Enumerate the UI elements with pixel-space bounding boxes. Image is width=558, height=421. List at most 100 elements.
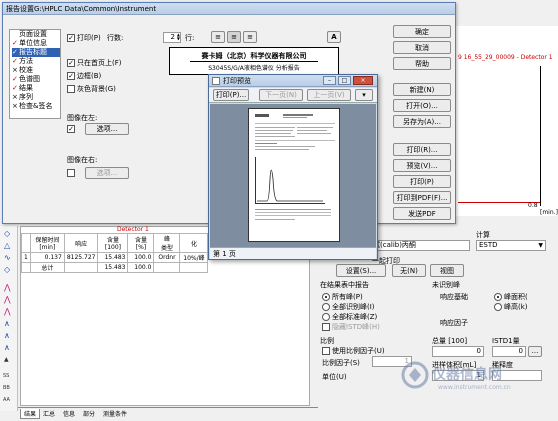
tab-summary[interactable]: 汇总 — [40, 409, 58, 418]
toolbar-icon-11[interactable]: ▲ — [4, 356, 13, 364]
send-pdf-button[interactable]: 发送PDF — [393, 207, 451, 220]
print-checkbox[interactable]: 打印(P) — [67, 33, 101, 43]
tab-part[interactable]: 部分 — [80, 409, 98, 418]
detector-label: Detector 1 — [117, 226, 149, 233]
toolbar-icon-5[interactable]: ⋀ — [4, 284, 13, 292]
calc-select-value: ESTD — [479, 241, 498, 249]
align-center-icon: ≡ — [231, 33, 237, 41]
bottom-tab-bar: 结果 汇总 信息 部分 测量条件 — [18, 407, 318, 419]
maximize-icon[interactable]: □ — [338, 76, 351, 85]
new-button[interactable]: 新建(N) — [393, 83, 451, 96]
toolbar-icon-3[interactable]: ∿ — [4, 254, 13, 262]
tree-item-sequence[interactable]: ×序列 — [12, 93, 60, 102]
preview-canvas — [210, 104, 376, 247]
toolbar-icon-10[interactable]: ∧ — [4, 344, 13, 352]
ratio-section-label: 比例 — [320, 337, 334, 345]
toolbar-icon-4[interactable]: ◇ — [4, 266, 13, 274]
use-ratio-checkbox[interactable]: 使用比例因子(U) — [322, 346, 385, 356]
chart-axis-line — [540, 66, 541, 206]
open-button[interactable]: 打开(O)... — [393, 99, 451, 112]
table-row[interactable]: 1 0.137 8125.727 15.483 100.0 Ordnr 10%/… — [21, 252, 209, 263]
tree-item-page-setup[interactable]: 页面设置 — [12, 30, 60, 39]
col-header-peak-type: 峰 类型 — [153, 233, 181, 253]
istd1-label: ISTD1量 — [492, 337, 520, 345]
tree-item-method[interactable]: ✓方法 — [12, 57, 60, 66]
chart-axis-unit: [min.] — [540, 209, 558, 216]
none-button[interactable]: 无(N) — [392, 264, 426, 277]
minimize-icon[interactable]: – — [323, 76, 336, 85]
image-right-checkbox[interactable] — [67, 169, 77, 177]
toolbar-icon-7[interactable]: ⋀ — [4, 308, 13, 316]
print-button[interactable]: 打印(R)... — [393, 143, 451, 156]
hide-istd-checkbox[interactable]: 隐藏ISTD峰(H) — [322, 322, 380, 332]
rows-stepper[interactable]: 2 ▲ ▼ — [163, 32, 181, 43]
image-left-options-button[interactable]: 选项... — [85, 123, 129, 135]
left-toolbar: ◇ △ ∿ ◇ ⋀ ⋀ ⋀ ∧ ∧ ∧ ▲ SS BB AA — [0, 226, 18, 411]
header-divider — [190, 61, 318, 62]
font-button[interactable]: A — [327, 31, 341, 43]
tree-item-unit-info[interactable]: ✓单位信息 — [12, 39, 60, 48]
toolbar-icon-14[interactable]: AA — [3, 396, 14, 404]
tree-item-chromatogram[interactable]: ✓色谱图 — [12, 75, 60, 84]
save-as-button[interactable]: 另存为(A)... — [393, 115, 451, 128]
toolbar-icon-8[interactable]: ∧ — [4, 320, 13, 328]
print-a-button[interactable]: 打印(P) — [393, 175, 451, 188]
image-right-options-button[interactable]: 选项... — [85, 167, 129, 179]
toolbar-icon-13[interactable]: BB — [3, 384, 14, 392]
unit-label: 单位(U) — [322, 373, 347, 381]
radio-peak-height[interactable]: 峰高(k) — [494, 302, 528, 312]
preview-button[interactable]: 预览(V)... — [393, 159, 451, 172]
toolbar-icon-12[interactable]: SS — [3, 372, 14, 380]
tree-item-results[interactable]: ✓结果 — [12, 84, 60, 93]
dialog-title: 报告设置G:\HPLC Data\Common\Instrument — [6, 5, 157, 13]
align-right-button[interactable]: ≡ — [243, 31, 257, 43]
radio-all-peaks[interactable]: 所有峰(P) — [322, 292, 363, 302]
close-icon[interactable]: × — [353, 76, 373, 85]
preview-page[interactable] — [248, 108, 340, 242]
tab-measure-conditions[interactable]: 测量条件 — [100, 409, 130, 418]
align-right-icon: ≡ — [247, 33, 253, 41]
table-row-total[interactable]: 总计 15.483 100.0 — [21, 262, 209, 273]
dialog-titlebar[interactable]: 报告设置G:\HPLC Data\Common\Instrument — [3, 3, 455, 15]
view-button[interactable]: 视图 — [430, 264, 464, 277]
align-left-button[interactable]: ≡ — [211, 31, 225, 43]
preview-next-button[interactable]: 下一页(N) — [259, 89, 303, 101]
tab-info[interactable]: 信息 — [60, 409, 78, 418]
calib-field[interactable]: 试(calib)丙酮 — [370, 240, 470, 251]
toolbar-icon-1[interactable]: ◇ — [4, 230, 13, 238]
col-header-compound: 化 — [179, 233, 209, 253]
preview-title: 打印预览 — [223, 77, 251, 85]
image-left-checkbox[interactable] — [67, 125, 77, 133]
chevron-down-icon: ▼ — [538, 242, 543, 249]
preview-prev-button[interactable]: 上一页(V) — [307, 89, 351, 101]
chart-tick-08: 0.8 — [528, 202, 538, 209]
calc-select[interactable]: ESTD ▼ — [476, 240, 546, 251]
align-center-button[interactable]: ≡ — [227, 31, 241, 43]
border-checkbox[interactable]: 边框(B) — [67, 71, 101, 81]
ok-button[interactable]: 确定 — [393, 25, 451, 38]
total-input[interactable]: 0 — [432, 346, 484, 357]
preview-print-button[interactable]: 打印(P)... — [213, 89, 249, 101]
cancel-button[interactable]: 取消 — [393, 41, 451, 54]
tree-item-check-sign[interactable]: ×检查&签名 — [12, 102, 60, 111]
tab-results[interactable]: 结果 — [20, 409, 41, 419]
first-page-only-checkbox[interactable]: 只在首页上(F) — [67, 58, 122, 68]
istd1-more-button[interactable]: ... — [528, 346, 542, 357]
toolbar-icon-9[interactable]: ∧ — [4, 332, 13, 340]
gray-bg-checkbox[interactable]: 灰色背景(G) — [67, 84, 116, 94]
tree-item-report-title[interactable]: ✓报告标题 — [12, 48, 60, 57]
toolbar-icon-2[interactable]: △ — [4, 242, 13, 250]
tree-item-calibration[interactable]: ×校准 — [12, 66, 60, 75]
settings-tree: 页面设置 ✓单位信息 ✓报告标题 ✓方法 ×校准 ✓色谱图 ✓结果 ×序列 ×检… — [9, 29, 61, 119]
help-button[interactable]: 帮助 — [393, 57, 451, 70]
preview-titlebar[interactable]: 打印预览 – □ × — [209, 75, 377, 87]
settings-button[interactable]: 设置(S)... — [336, 264, 386, 277]
print-pdf-button[interactable]: 打印到PDF(F)... — [393, 191, 451, 204]
radio-all-identified[interactable]: 全部识别峰(I) — [322, 302, 375, 312]
toolbar-icon-6[interactable]: ⋀ — [4, 296, 13, 304]
radio-all-standard[interactable]: 全部标准峰(Z) — [322, 312, 377, 322]
preview-dropdown-button[interactable]: ▾ — [355, 89, 373, 101]
col-header-percent: 含量 [%] — [127, 233, 155, 253]
radio-peak-area[interactable]: 峰面积( — [494, 292, 528, 302]
istd1-input[interactable]: 0 — [492, 346, 526, 357]
